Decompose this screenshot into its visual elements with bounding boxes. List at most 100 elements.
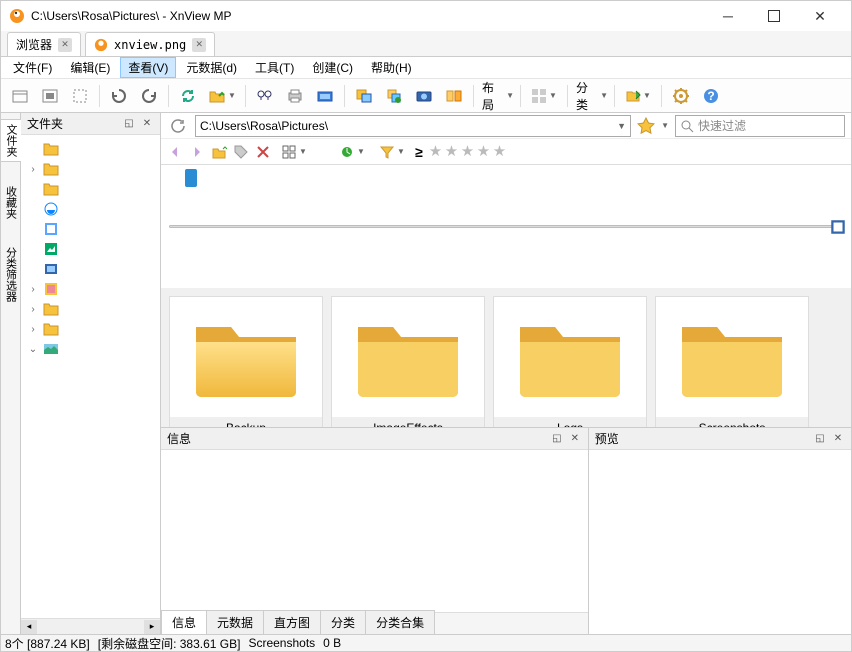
close-icon[interactable]: ✕ <box>58 38 72 52</box>
folder-tile[interactable]: ImageEffects 2024/6/21 17:58:10 <box>331 296 485 427</box>
close-panel-button[interactable]: ✕ <box>831 432 845 446</box>
tree-item[interactable] <box>23 179 158 199</box>
compare-button[interactable] <box>441 83 467 109</box>
sidebar-tab-folders[interactable]: 文件夹 <box>0 119 21 162</box>
star-icon[interactable]: ★ <box>493 144 509 160</box>
tree-item[interactable] <box>23 199 158 219</box>
minimize-button[interactable]: ─ <box>705 1 751 31</box>
tile-name: Screenshots <box>656 417 808 427</box>
batch-button[interactable] <box>381 83 407 109</box>
close-button[interactable]: ✕ <box>797 1 843 31</box>
help-button[interactable]: ? <box>698 83 724 109</box>
star-icon[interactable]: ★ <box>461 144 477 160</box>
scroll-right-button[interactable]: ▸ <box>144 620 160 634</box>
search-button[interactable] <box>252 83 278 109</box>
quick-filter-input[interactable]: 快速过滤 <box>675 115 845 137</box>
tree-item[interactable]: › <box>23 299 158 319</box>
open-folder-button[interactable]: ▼ <box>205 83 239 109</box>
convert-button[interactable] <box>351 83 377 109</box>
thumbnail-grid[interactable]: Backup 2024/6/21 17:58:10 ImageEffects 2… <box>161 288 851 427</box>
tree-item[interactable]: ⌄ <box>23 339 158 359</box>
star-icon[interactable]: ★ <box>445 144 461 160</box>
favorite-button[interactable] <box>637 117 655 135</box>
thumbnail-size-slider[interactable] <box>161 165 851 288</box>
fit-button[interactable] <box>67 83 93 109</box>
forward-button[interactable] <box>189 144 205 160</box>
address-bar: C:\Users\Rosa\Pictures\ ▼ ▼ 快速过滤 <box>161 113 851 139</box>
tab-file[interactable]: xnview.png ✕ <box>85 32 215 56</box>
menu-edit[interactable]: 编辑(E) <box>62 57 118 78</box>
tile-name: ImageEffects <box>332 417 484 427</box>
tree-item[interactable]: › <box>23 159 158 179</box>
folder-tile[interactable]: Logs 2024/6/21 17:58:10 <box>493 296 647 427</box>
view-dropdown[interactable]: ▼ <box>527 83 561 109</box>
filter-dropdown[interactable]: ▼ <box>375 139 409 165</box>
info-tab-metadata[interactable]: 元数据 <box>206 610 264 634</box>
pane-title: 文件夹 <box>27 115 63 132</box>
scroll-left-button[interactable]: ◂ <box>21 620 37 634</box>
folder-tile[interactable]: Backup 2024/6/21 17:58:10 <box>169 296 323 427</box>
tree-item[interactable]: › <box>23 319 158 339</box>
tab-browser[interactable]: 浏览器 ✕ <box>7 32 81 56</box>
undock-button[interactable]: ◱ <box>813 432 827 446</box>
menu-help[interactable]: 帮助(H) <box>363 57 420 78</box>
slider-thumb[interactable] <box>185 169 197 187</box>
tree-hscrollbar[interactable]: ◂ ▸ <box>21 618 160 634</box>
tree-item[interactable] <box>23 239 158 259</box>
fit-thumbnails-button[interactable] <box>829 218 847 236</box>
close-panel-button[interactable]: ✕ <box>568 432 582 446</box>
favorite-dropdown[interactable]: ▼ <box>661 121 669 130</box>
color-label-dropdown[interactable]: ▼ <box>335 139 369 165</box>
sort-dropdown[interactable]: ▼ <box>277 139 311 165</box>
delete-button[interactable] <box>255 144 271 160</box>
info-tab-category-set[interactable]: 分类合集 <box>365 610 435 634</box>
close-panel-button[interactable]: ✕ <box>140 117 154 131</box>
print-button[interactable] <box>282 83 308 109</box>
scan-button[interactable] <box>312 83 338 109</box>
history-back-button[interactable] <box>167 115 189 137</box>
open-file-button[interactable] <box>7 83 33 109</box>
menu-create[interactable]: 创建(C) <box>304 57 361 78</box>
tree-item[interactable]: › <box>23 279 158 299</box>
tree-item[interactable] <box>23 139 158 159</box>
fullscreen-button[interactable] <box>37 83 63 109</box>
maximize-button[interactable] <box>751 1 797 31</box>
sidebar-tab-filter[interactable]: 分类筛选器 <box>1 243 21 306</box>
classify-dropdown[interactable]: 分类▼ <box>574 83 608 109</box>
info-tab-category[interactable]: 分类 <box>320 610 366 634</box>
tab-label: xnview.png <box>114 38 186 52</box>
sidebar-tab-favorites[interactable]: 收藏夹 <box>1 182 21 223</box>
status-disk: [剩余磁盘空间: 383.61 GB] <box>98 635 241 652</box>
up-button[interactable] <box>211 144 227 160</box>
tag-dropdown[interactable]: ▼ <box>621 83 655 109</box>
undock-button[interactable]: ◱ <box>550 432 564 446</box>
star-icon[interactable]: ★ <box>477 144 493 160</box>
chevron-down-icon[interactable]: ▼ <box>617 121 626 131</box>
rating-stars[interactable]: ★ ★ ★ ★ ★ <box>429 144 509 160</box>
info-tab-histogram[interactable]: 直方图 <box>263 610 321 634</box>
tree-item[interactable] <box>23 259 158 279</box>
rotate-left-button[interactable] <box>106 83 132 109</box>
settings-button[interactable] <box>668 83 694 109</box>
capture-button[interactable] <box>411 83 437 109</box>
bottom-panels: 信息 ◱ ✕ 信息 元数据 直方图 分类 分类合集 预览 <box>161 427 851 634</box>
folder-icon <box>191 312 301 402</box>
address-combo[interactable]: C:\Users\Rosa\Pictures\ ▼ <box>195 115 631 137</box>
close-icon[interactable]: ✕ <box>192 38 206 52</box>
menu-tools[interactable]: 工具(T) <box>247 57 302 78</box>
back-button[interactable] <box>167 144 183 160</box>
tree-item[interactable] <box>23 219 158 239</box>
refresh-button[interactable] <box>175 83 201 109</box>
undock-button[interactable]: ◱ <box>122 117 136 131</box>
menu-metadata[interactable]: 元数据(d) <box>178 57 245 78</box>
gte-button[interactable]: ≥ <box>415 144 423 160</box>
menu-view[interactable]: 查看(V) <box>120 57 176 78</box>
tag-button[interactable] <box>233 144 249 160</box>
info-tab-info[interactable]: 信息 <box>161 610 207 634</box>
rotate-right-button[interactable] <box>136 83 162 109</box>
layout-dropdown[interactable]: 布局▼ <box>480 83 514 109</box>
folder-tile[interactable]: Screenshots 2024/6/21 17:58:10 <box>655 296 809 427</box>
menu-file[interactable]: 文件(F) <box>5 57 60 78</box>
star-icon[interactable]: ★ <box>429 144 445 160</box>
folder-tree[interactable]: › › › › ⌄ <box>21 135 160 618</box>
